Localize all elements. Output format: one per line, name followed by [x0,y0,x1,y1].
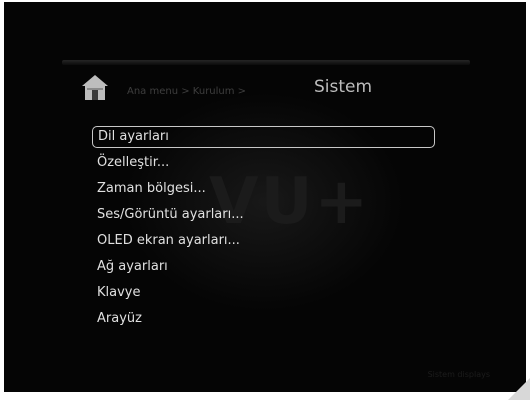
menu-item-oled-ekran-ayarlari[interactable]: OLED ekran ayarları... [92,230,435,252]
menu-item-ses-goruntu-ayarlari[interactable]: Ses/Görüntü ayarları... [92,204,435,226]
corner-watermark-text: Sistem displays [427,370,490,379]
menu-item-arayuz[interactable]: Arayüz [92,308,435,330]
menu-item-ag-ayarlari[interactable]: Ağ ayarları [92,256,435,278]
page-title: Sistem [314,77,373,97]
menu-item-ozellestir[interactable]: Özelleştir... [92,152,435,174]
tv-screen: VU+ Ana menu > Kurulum > Sistem Dil ayar… [4,2,526,392]
page-curl-corner [508,378,530,400]
breadcrumb: Ana menu > Kurulum > [127,86,247,97]
menu-header: Ana menu > Kurulum > Sistem [64,64,469,114]
settings-menu: Dil ayarları Özelleştir... Zaman bölgesi… [92,126,435,334]
menu-item-dil-ayarlari[interactable]: Dil ayarları [92,126,435,148]
menu-item-zaman-bolgesi[interactable]: Zaman bölgesi... [92,178,435,200]
home-icon[interactable] [80,72,110,102]
menu-item-klavye[interactable]: Klavye [92,282,435,304]
